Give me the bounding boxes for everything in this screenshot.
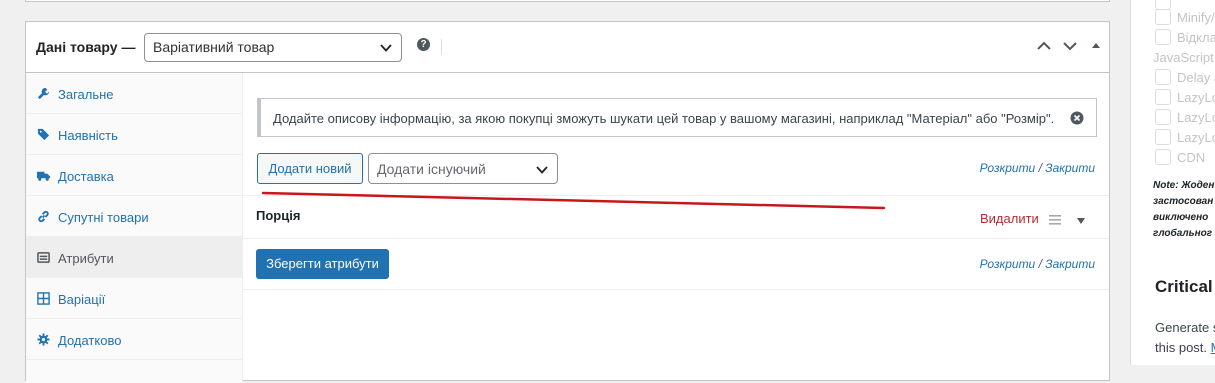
option-label: Delay J <box>1177 70 1215 85</box>
option-label: CDN <box>1177 150 1206 165</box>
checkbox[interactable] <box>1155 9 1171 25</box>
generate-line-2: this post. M <box>1155 338 1215 358</box>
checkbox[interactable] <box>1155 109 1171 125</box>
generate-text: Generate s this post. M <box>1155 318 1215 358</box>
red-annotation-line <box>261 191 886 210</box>
javascript-label: JavaScript <box>1153 50 1214 65</box>
option-label: LazyLo <box>1177 110 1215 125</box>
note-line: застосован <box>1153 196 1214 207</box>
generate-prefix: this post. <box>1155 340 1208 355</box>
generate-link[interactable]: M <box>1211 340 1215 355</box>
option-label: Minify/ <box>1177 10 1215 25</box>
checkbox[interactable] <box>1155 129 1171 145</box>
note-line: Note: Жоден <box>1153 180 1215 191</box>
checkbox[interactable] <box>1155 149 1171 165</box>
sidebar-note: Note: Жоден застосован виключено глобаль… <box>1153 178 1214 242</box>
checkbox[interactable] <box>1155 89 1171 105</box>
note-line: виключено <box>1153 212 1209 223</box>
checkbox[interactable] <box>1155 69 1171 85</box>
generate-line: Generate s <box>1155 320 1215 335</box>
plugin-sidebar: Minify/ Відкла JavaScript Delay J LazyLo… <box>1130 0 1215 365</box>
checkbox[interactable] <box>1155 29 1171 45</box>
option-label: LazyLo <box>1177 130 1215 145</box>
option-label: Відкла <box>1177 30 1215 45</box>
note-line: глобальног <box>1153 228 1213 239</box>
critical-css-title: Critical I <box>1155 277 1215 296</box>
option-label: LazyLo <box>1177 90 1215 105</box>
